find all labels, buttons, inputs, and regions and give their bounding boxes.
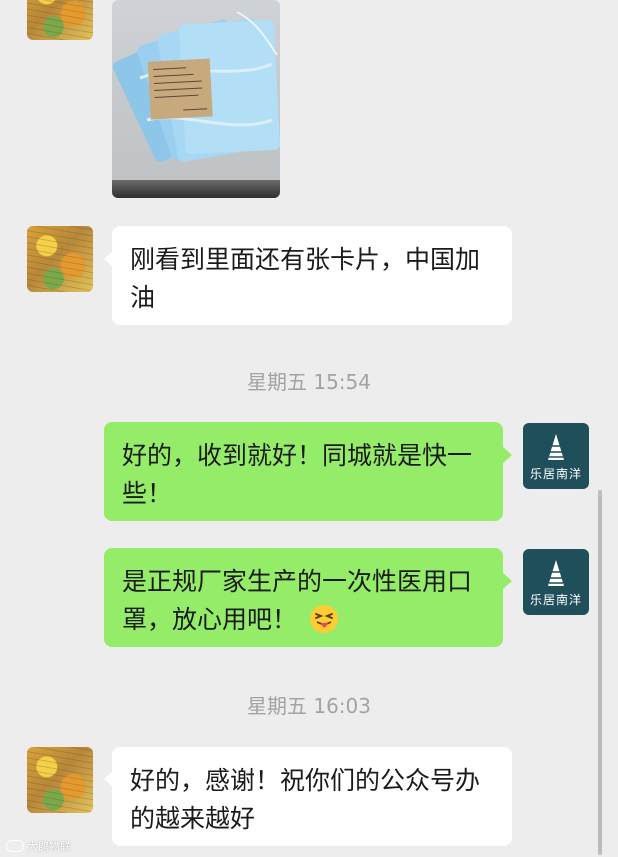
contact-avatar[interactable] bbox=[27, 226, 93, 292]
bubble-tail bbox=[503, 573, 512, 589]
masks-image bbox=[112, 11, 280, 162]
brand-avatar[interactable]: 乐居南洋 bbox=[523, 423, 589, 489]
watermark: 大鹍物联 bbox=[6, 838, 71, 854]
scrollbar[interactable] bbox=[598, 490, 602, 855]
squinting-tongue-emoji bbox=[309, 605, 338, 633]
contact-avatar[interactable] bbox=[27, 0, 93, 40]
watermark-icon bbox=[6, 840, 24, 852]
brand-name: 乐居南洋 bbox=[529, 593, 582, 607]
avatar-scribble bbox=[27, 747, 93, 813]
message-text: 好的，感谢！祝你们的公众号办的越来越好 bbox=[130, 766, 481, 833]
timestamp: 星期五 16:03 bbox=[247, 694, 371, 718]
avatar-scribble bbox=[27, 0, 93, 40]
outgoing-message-quality[interactable]: 是正规厂家生产的一次性医用口罩，放心用吧！ bbox=[104, 548, 503, 647]
building-logo-icon bbox=[548, 560, 564, 586]
incoming-message-card[interactable]: 刚看到里面还有张卡片，中国加油 bbox=[112, 226, 512, 325]
avatar-scribble bbox=[27, 226, 93, 292]
photo-message-masks[interactable] bbox=[112, 0, 280, 198]
photo-table-edge bbox=[112, 180, 280, 198]
contact-avatar[interactable] bbox=[27, 747, 93, 813]
message-text: 刚看到里面还有张卡片，中国加油 bbox=[130, 245, 481, 312]
message-text: 是正规厂家生产的一次性医用口罩，放心用吧！ bbox=[122, 567, 473, 634]
outgoing-message-received[interactable]: 好的，收到就好！同城就是快一些！ bbox=[104, 422, 503, 521]
incoming-message-thanks[interactable]: 好的，感谢！祝你们的公众号办的越来越好 bbox=[112, 747, 512, 846]
brand-avatar[interactable]: 乐居南洋 bbox=[523, 549, 589, 615]
watermark-text: 大鹍物联 bbox=[27, 840, 71, 853]
message-text: 好的，收到就好！同城就是快一些！ bbox=[122, 441, 473, 508]
brand-name: 乐居南洋 bbox=[529, 467, 582, 481]
building-logo-icon bbox=[548, 434, 564, 460]
timestamp: 星期五 15:54 bbox=[247, 370, 371, 394]
bubble-tail bbox=[503, 447, 512, 463]
